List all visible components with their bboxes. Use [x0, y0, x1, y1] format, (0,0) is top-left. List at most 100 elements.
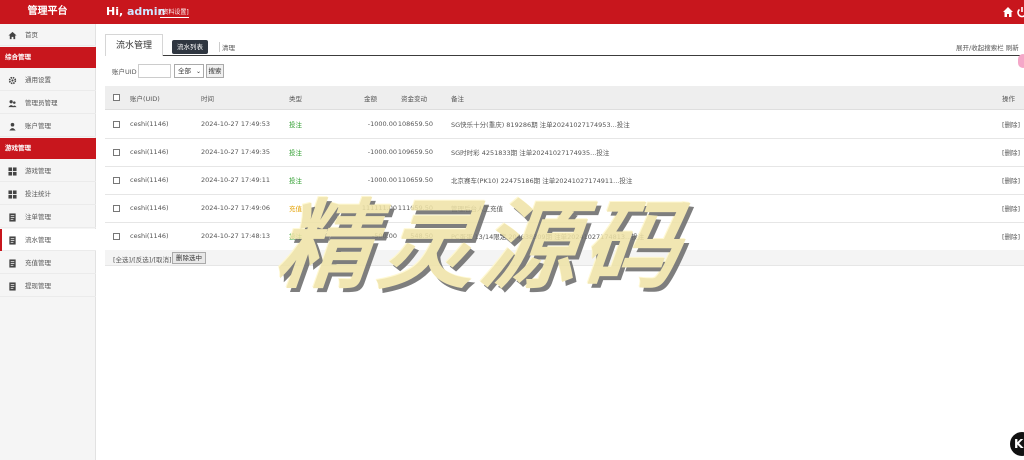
sidebar-item-account-management[interactable]: 账户管理 [0, 115, 96, 137]
sidebar-item-recharge-management[interactable]: 充值管理 [0, 252, 96, 274]
floating-handle[interactable] [1018, 54, 1024, 68]
column-header: 类型 [289, 94, 302, 103]
doc-icon [9, 236, 16, 245]
cell-time: 2024-10-27 17:49:53 [201, 120, 271, 129]
cell-balance: 548.50 [410, 232, 433, 241]
table-row: ceshi(1146) 2024-10-27 17:49:53 投注 -1000… [105, 111, 1024, 139]
cell-uid: ceshi(1146) [130, 232, 169, 241]
profile-settings-link[interactable]: [资料设置] [160, 8, 189, 18]
sidebar-item-home[interactable]: 首页 [0, 24, 96, 46]
cell-balance: 109659.50 [397, 148, 433, 157]
sidebar-item-withdraw-management[interactable]: 提现管理 [0, 275, 96, 297]
table-row: ceshi(1146) 2024-10-27 17:49:11 投注 -1000… [105, 167, 1024, 195]
cell-note: SG时时彩 4251833期 注单20241027174935...投注 [451, 149, 610, 158]
delete-link[interactable]: [删除] [1002, 139, 1020, 166]
sidebar-item-label: 账户管理 [25, 122, 51, 130]
user-icon [9, 122, 16, 131]
row-checkbox[interactable] [113, 121, 120, 128]
sidebar-item-game-management[interactable]: 游戏管理 [0, 160, 96, 182]
sidebar-item-label: 管理员管理 [25, 99, 58, 107]
cell-time: 2024-10-27 17:48:13 [201, 232, 271, 241]
row-checkbox[interactable] [113, 205, 120, 212]
grid-icon [8, 190, 17, 199]
sidebar-item-label: 通用设置 [25, 76, 51, 84]
sidebar-item-label: 首页 [25, 31, 38, 39]
delete-link[interactable]: [删除] [1002, 111, 1020, 138]
home-icon [8, 31, 17, 40]
sidebar-item-label: 游戏管理 [25, 167, 51, 175]
gear-icon [8, 76, 17, 85]
delete-selected-button[interactable]: 删除选中 [172, 252, 206, 264]
table-row: ceshi(1146) 2024-10-27 17:49:06 充值 11111… [105, 195, 1024, 223]
sidebar-item-flow-management[interactable]: 流水管理 [0, 229, 96, 251]
cell-type: 投注 [289, 177, 302, 186]
sidebar-group-game: 游戏管理 [0, 138, 96, 159]
doc-icon [9, 213, 16, 222]
home-icon[interactable] [1002, 6, 1014, 18]
cell-type: 充值 [289, 205, 302, 214]
toggle-search-refresh-links[interactable]: 展开/收起搜索栏 刷新 [956, 42, 1019, 52]
sidebar: 首页 综合管理 通用设置 管理员管理 账户管理 游戏管理 游戏管理 投注统计 注… [0, 24, 96, 460]
corner-badge[interactable]: K [1010, 432, 1024, 456]
grid-icon [8, 167, 17, 176]
top-bar: 管理平台 Hi, admin [资料设置] [0, 0, 1024, 24]
cell-balance: 108659.50 [397, 120, 433, 129]
column-header: 账户(UID) [130, 94, 160, 103]
sidebar-item-label: 提现管理 [25, 282, 51, 290]
cell-type: 投注 [289, 233, 302, 242]
tab-clear[interactable]: 清理 [219, 42, 235, 52]
cell-balance: 110659.50 [397, 176, 433, 185]
greeting-text: Hi, [106, 5, 124, 18]
uid-search-input[interactable] [138, 64, 171, 78]
type-select-value: 全部 [178, 67, 191, 75]
table-header: 账户(UID) 时间 类型 金额 资金变动 备注 操作 [105, 86, 1024, 110]
cell-balance: 111659.50 [397, 204, 433, 213]
tab-bar: 流水管理 流水列表 清理 [105, 34, 1024, 56]
tab-flow-list[interactable]: 流水列表 [172, 40, 208, 54]
select-all-checkbox[interactable] [113, 94, 120, 101]
sidebar-item-admin-management[interactable]: 管理员管理 [0, 92, 96, 114]
cell-note: SG快乐十分(重庆) 819286期 注单20241027174953...投注 [451, 121, 630, 130]
chevron-down-icon: ⌄ [195, 68, 201, 75]
sidebar-item-label: 投注统计 [25, 190, 51, 198]
cell-note: 北京赛车(PK10) 22475186期 注单20241027174911...… [451, 177, 633, 186]
sidebar-item-label: 注单管理 [25, 213, 51, 221]
delete-link[interactable]: [删除] [1002, 223, 1020, 250]
search-label: 账户UID [112, 68, 137, 76]
type-select[interactable]: 全部 ⌄ [174, 64, 204, 78]
column-header: 备注 [451, 94, 464, 103]
column-header: 操作 [1002, 94, 1015, 103]
sidebar-item-general-settings[interactable]: 通用设置 [0, 69, 96, 91]
power-icon[interactable] [1016, 6, 1024, 18]
brand-title: 管理平台 [27, 6, 68, 17]
cell-type: 投注 [289, 121, 302, 130]
search-button[interactable]: 搜索 [206, 64, 224, 78]
cell-time: 2024-10-27 17:49:06 [201, 204, 271, 213]
column-header: 资金变动 [401, 94, 427, 103]
cell-amount: -1000.00 [367, 120, 397, 129]
cell-amount: -1000.00 [367, 176, 397, 185]
column-header: 时间 [201, 94, 214, 103]
delete-link[interactable]: [删除] [1002, 195, 1020, 222]
cell-type: 投注 [289, 149, 302, 158]
delete-link[interactable]: [删除] [1002, 167, 1020, 194]
page-title-tab[interactable]: 流水管理 [105, 34, 163, 56]
sidebar-item-bet-statistics[interactable]: 投注统计 [0, 183, 96, 205]
cell-note: 管理后台人工充值 [451, 205, 503, 214]
sidebar-item-label: 流水管理 [25, 236, 51, 244]
row-checkbox[interactable] [113, 149, 120, 156]
cell-time: 2024-10-27 17:49:11 [201, 176, 271, 185]
sidebar-group-general: 综合管理 [0, 47, 96, 68]
cell-amount: 111111.00 [361, 204, 397, 213]
column-header: 金额 [364, 94, 377, 103]
cell-amount: -1000.00 [367, 148, 397, 157]
cell-note: PC蛋蛋 13/14限定 204638309期 注单20241027174813… [451, 233, 645, 242]
sidebar-item-order-management[interactable]: 注单管理 [0, 206, 96, 228]
select-all-invert-cancel-links[interactable]: [全选]/[反选]/[取消] [113, 254, 172, 264]
table-row: ceshi(1146) 2024-10-27 17:48:13 投注 -500.… [105, 223, 1024, 251]
row-checkbox[interactable] [113, 233, 120, 240]
table-row: ceshi(1146) 2024-10-27 17:49:35 投注 -1000… [105, 139, 1024, 167]
cell-time: 2024-10-27 17:49:35 [201, 148, 271, 157]
doc-icon [9, 259, 16, 268]
row-checkbox[interactable] [113, 177, 120, 184]
